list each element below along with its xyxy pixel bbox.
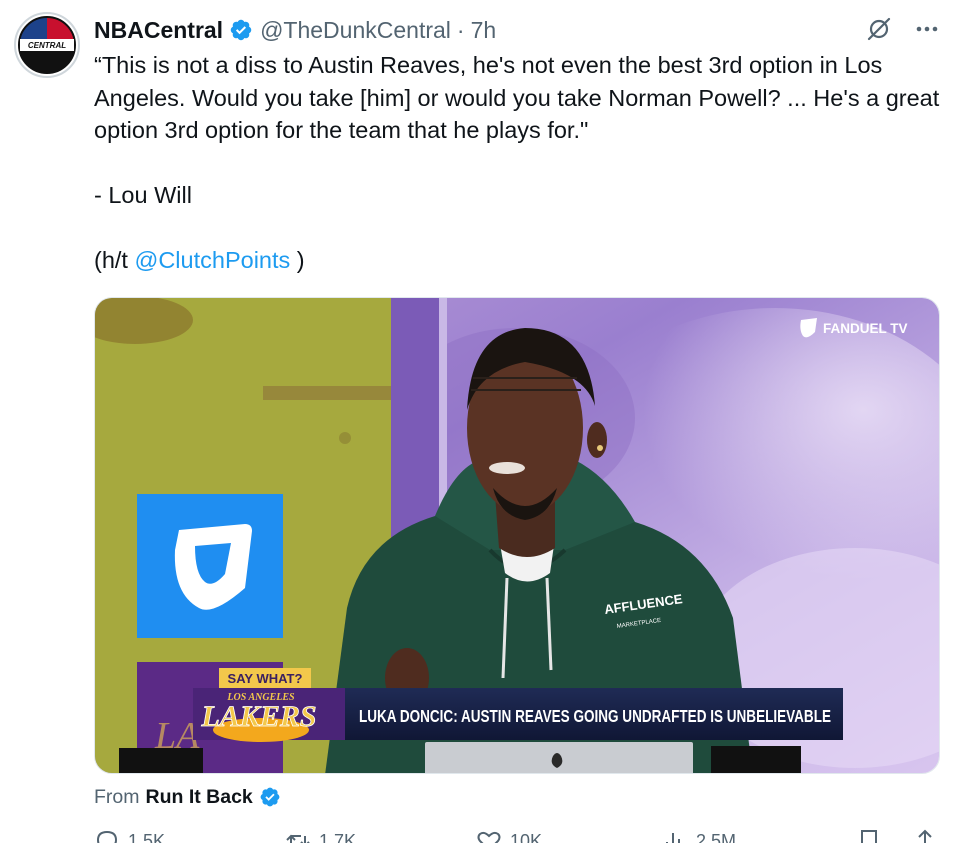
hat-tip-suffix: ) bbox=[290, 247, 305, 273]
svg-text:FANDUEL TV: FANDUEL TV bbox=[823, 321, 908, 336]
share-button[interactable] bbox=[912, 828, 938, 843]
media-source: From Run It Back bbox=[94, 784, 281, 810]
more-options-icon[interactable] bbox=[914, 16, 940, 42]
grok-icon[interactable] bbox=[866, 16, 892, 42]
view-count: 2.5M bbox=[696, 830, 737, 843]
svg-text:LAKERS: LAKERS bbox=[200, 700, 316, 733]
post-text: “This is not a diss to Austin Reaves, he… bbox=[94, 49, 944, 277]
repost-button[interactable]: 1.7K bbox=[285, 828, 356, 843]
video-thumbnail: LA AFFLUENCE MARKETPLACE FANDUEL TV SAY … bbox=[95, 298, 939, 773]
svg-text:CENTRAL: CENTRAL bbox=[28, 41, 66, 50]
views-button[interactable]: 2.5M bbox=[662, 828, 736, 843]
repost-count: 1.7K bbox=[319, 830, 357, 843]
reply-count: 1.5K bbox=[128, 830, 166, 843]
svg-text:SAY WHAT?: SAY WHAT? bbox=[228, 671, 303, 686]
heart-icon bbox=[477, 831, 501, 843]
post-header: NBACentral @TheDunkCentral · 7h bbox=[94, 14, 940, 46]
header-actions bbox=[866, 16, 940, 42]
verified-badge-icon bbox=[260, 787, 280, 807]
share-icon bbox=[918, 829, 932, 843]
bookmark-icon bbox=[861, 830, 877, 843]
action-bar-right bbox=[856, 828, 938, 843]
bookmark-button[interactable] bbox=[856, 828, 882, 843]
action-bar: 1.5K 1.7K 10K 2.5M bbox=[94, 828, 938, 843]
source-label: From bbox=[94, 785, 140, 808]
author-avatar[interactable]: CENTRAL bbox=[14, 12, 80, 78]
repost-icon bbox=[286, 834, 310, 843]
hat-tip-prefix: (h/t bbox=[94, 247, 135, 273]
like-button[interactable]: 10K bbox=[476, 828, 542, 843]
views-icon bbox=[666, 833, 680, 843]
author-name[interactable]: NBACentral bbox=[94, 17, 223, 44]
quote-text: “This is not a diss to Austin Reaves, he… bbox=[94, 52, 946, 143]
headline-text: LUKA DONCIC: AUSTIN REAVES GOING UNDRAFT… bbox=[359, 706, 831, 726]
separator-dot: · bbox=[456, 16, 465, 43]
like-count: 10K bbox=[510, 830, 543, 843]
reply-button[interactable]: 1.5K bbox=[94, 828, 165, 843]
post-time[interactable]: 7h bbox=[471, 17, 497, 44]
reply-icon bbox=[96, 830, 118, 843]
source-account-link[interactable]: Run It Back bbox=[146, 786, 253, 809]
quote-attribution: - Lou Will bbox=[94, 182, 192, 208]
clutchpoints-mention-link[interactable]: @ClutchPoints bbox=[134, 247, 290, 273]
nba-central-logo: CENTRAL bbox=[17, 15, 77, 75]
author-handle[interactable]: @TheDunkCentral bbox=[260, 17, 451, 44]
video-media[interactable]: LA AFFLUENCE MARKETPLACE FANDUEL TV SAY … bbox=[94, 297, 940, 774]
verified-badge-icon bbox=[230, 19, 252, 41]
